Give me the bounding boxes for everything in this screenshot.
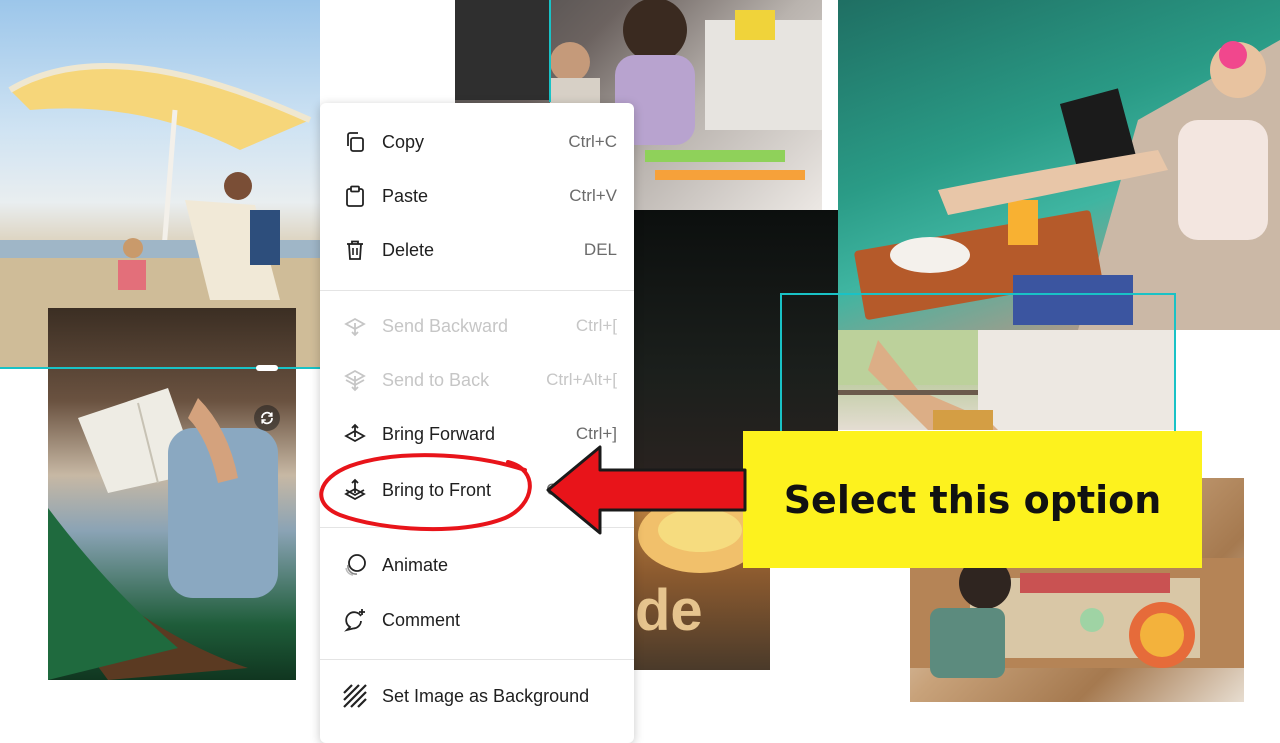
trash-icon: [342, 237, 368, 263]
send-backward-icon: [342, 313, 368, 339]
selection-outline-frame-top: [780, 293, 1176, 295]
selection-outline-frame-right: [1174, 293, 1176, 433]
callout-box: Select this option: [743, 431, 1202, 568]
send-to-back-icon: [342, 367, 368, 393]
menu-item-send-backward[interactable]: Send Backward Ctrl+[: [320, 299, 634, 353]
selection-outline-right: [549, 0, 551, 102]
bring-forward-icon: [342, 421, 368, 447]
copy-icon: [342, 129, 368, 155]
menu-divider: [320, 659, 634, 660]
menu-item-label: Animate: [382, 554, 449, 575]
menu-item-label: Bring Forward: [382, 423, 496, 444]
animate-icon: [342, 552, 368, 578]
menu-item-bring-to-front[interactable]: Bring to Front Ctrl+Alt+]: [320, 463, 634, 517]
menu-item-bring-forward[interactable]: Bring Forward Ctrl+]: [320, 407, 634, 461]
menu-divider: [320, 527, 634, 528]
menu-item-label: Delete: [382, 239, 435, 260]
menu-item-shortcut: DEL: [583, 240, 617, 259]
menu-item-shortcut: Ctrl+Alt+[: [546, 370, 617, 389]
menu-item-label: Bring to Front: [382, 479, 492, 500]
menu-item-shortcut: Ctrl+V: [569, 186, 617, 205]
menu-item-label: Comment: [382, 609, 461, 630]
menu-item-label: Send to Back: [382, 369, 490, 390]
menu-item-animate[interactable]: Animate: [320, 538, 634, 592]
paste-icon: [342, 183, 368, 209]
menu-item-shortcut: Ctrl+C: [568, 132, 617, 151]
hammock-reader-photo[interactable]: [48, 308, 296, 680]
menu-item-label: Copy: [382, 131, 425, 152]
background-hatch-icon: [342, 683, 368, 709]
rotate-icon[interactable]: [254, 405, 280, 431]
menu-item-shortcut: Ctrl+Alt+]: [546, 480, 617, 499]
comment-plus-icon: [342, 607, 368, 633]
svg-text:de: de: [635, 578, 703, 643]
callout-text: Select this option: [783, 477, 1162, 522]
menu-item-send-to-back[interactable]: Send to Back Ctrl+Alt+[: [320, 353, 634, 407]
poolside-laptop-photo[interactable]: [838, 0, 1280, 330]
menu-divider: [320, 290, 634, 291]
menu-item-label: Set Image as Background: [382, 685, 590, 706]
menu-item-shortcut: Ctrl+]: [575, 424, 617, 443]
balcony-legs-photo[interactable]: [838, 330, 1175, 430]
menu-item-comment[interactable]: Comment: [320, 593, 634, 647]
menu-item-label: Paste: [382, 185, 429, 206]
menu-item-copy[interactable]: Copy Ctrl+C: [320, 115, 634, 169]
resize-handle[interactable]: [256, 365, 278, 371]
selection-outline-frame-left: [780, 293, 782, 433]
menu-item-delete[interactable]: Delete DEL: [320, 223, 634, 277]
bring-to-front-icon: [342, 477, 368, 503]
menu-item-paste[interactable]: Paste Ctrl+V: [320, 169, 634, 223]
menu-item-shortcut: Ctrl+[: [575, 316, 617, 335]
menu-item-set-image-as-background[interactable]: Set Image as Background: [320, 669, 634, 723]
menu-item-label: Send Backward: [382, 315, 509, 336]
context-menu: Copy Ctrl+C Paste Ctrl+V Delete DEL Send…: [320, 103, 634, 743]
